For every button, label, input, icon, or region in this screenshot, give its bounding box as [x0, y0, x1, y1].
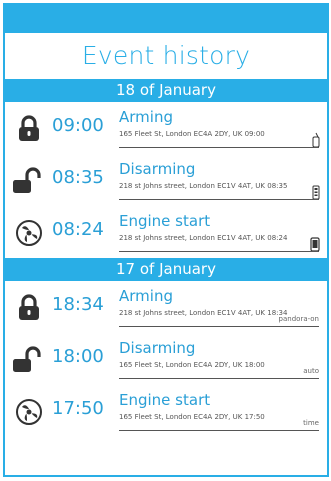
event-row[interactable]: 18:00 Disarming 165 Fleet St, London EC4…: [5, 333, 327, 385]
event-time: 08:24: [52, 219, 104, 240]
event-source: pandora-on: [278, 315, 319, 323]
lock-open-icon: [13, 346, 41, 372]
app-frame: Event history 18 of January 09:00 Arming…: [3, 3, 329, 477]
engine-icon: [16, 220, 42, 246]
date-header: 18 of January: [5, 79, 327, 102]
row-divider: [119, 378, 319, 379]
key-fob-icon: [312, 132, 320, 148]
event-time: 09:00: [52, 115, 104, 136]
row-divider: [119, 147, 319, 148]
event-row[interactable]: 08:24 Engine start 218 st Johns street, …: [5, 206, 327, 258]
event-address: 218 st Johns street, London EC1V 4AT, UK…: [119, 234, 288, 242]
status-bar: [5, 3, 327, 33]
lock-closed-icon: [19, 294, 39, 320]
event-name: Arming: [119, 108, 173, 126]
event-name: Disarming: [119, 339, 196, 357]
event-time: 08:35: [52, 167, 104, 188]
event-name: Arming: [119, 287, 173, 305]
row-divider: [119, 199, 319, 200]
event-address: 165 Fleet St, London EC4A 2DY, UK 09:00: [119, 130, 265, 138]
event-time: 18:00: [52, 346, 104, 367]
date-header: 17 of January: [5, 258, 327, 281]
remote-icon: [312, 185, 320, 200]
bottom-border: [5, 475, 327, 477]
event-address: 165 Fleet St, London EC4A 2DY, UK 17:50: [119, 413, 265, 421]
event-name: Engine start: [119, 212, 211, 230]
engine-icon: [16, 399, 42, 425]
event-address: 218 st Johns street, London EC1V 4AT, UK…: [119, 309, 288, 317]
event-row[interactable]: 18:34 Arming 218 st Johns street, London…: [5, 281, 327, 333]
event-time: 18:34: [52, 294, 104, 315]
row-divider: [119, 326, 319, 327]
page-title: Event history: [81, 41, 251, 70]
lock-open-icon: [13, 167, 41, 193]
event-row[interactable]: 17:50 Engine start 165 Fleet St, London …: [5, 385, 327, 437]
event-row[interactable]: 09:00 Arming 165 Fleet St, London EC4A 2…: [5, 102, 327, 154]
lock-closed-icon: [19, 115, 39, 141]
event-name: Disarming: [119, 160, 196, 178]
row-divider: [119, 430, 319, 431]
event-address: 165 Fleet St, London EC4A 2DY, UK 18:00: [119, 361, 265, 369]
event-name: Engine start: [119, 391, 211, 409]
event-source: auto: [303, 367, 319, 375]
phone-icon: [310, 237, 320, 252]
event-time: 17:50: [52, 398, 104, 419]
event-address: 218 st Johns street, London EC1V 4AT, UK…: [119, 182, 288, 190]
row-divider: [119, 251, 319, 252]
event-row[interactable]: 08:35 Disarming 218 st Johns street, Lon…: [5, 154, 327, 206]
event-source: time: [303, 419, 319, 427]
